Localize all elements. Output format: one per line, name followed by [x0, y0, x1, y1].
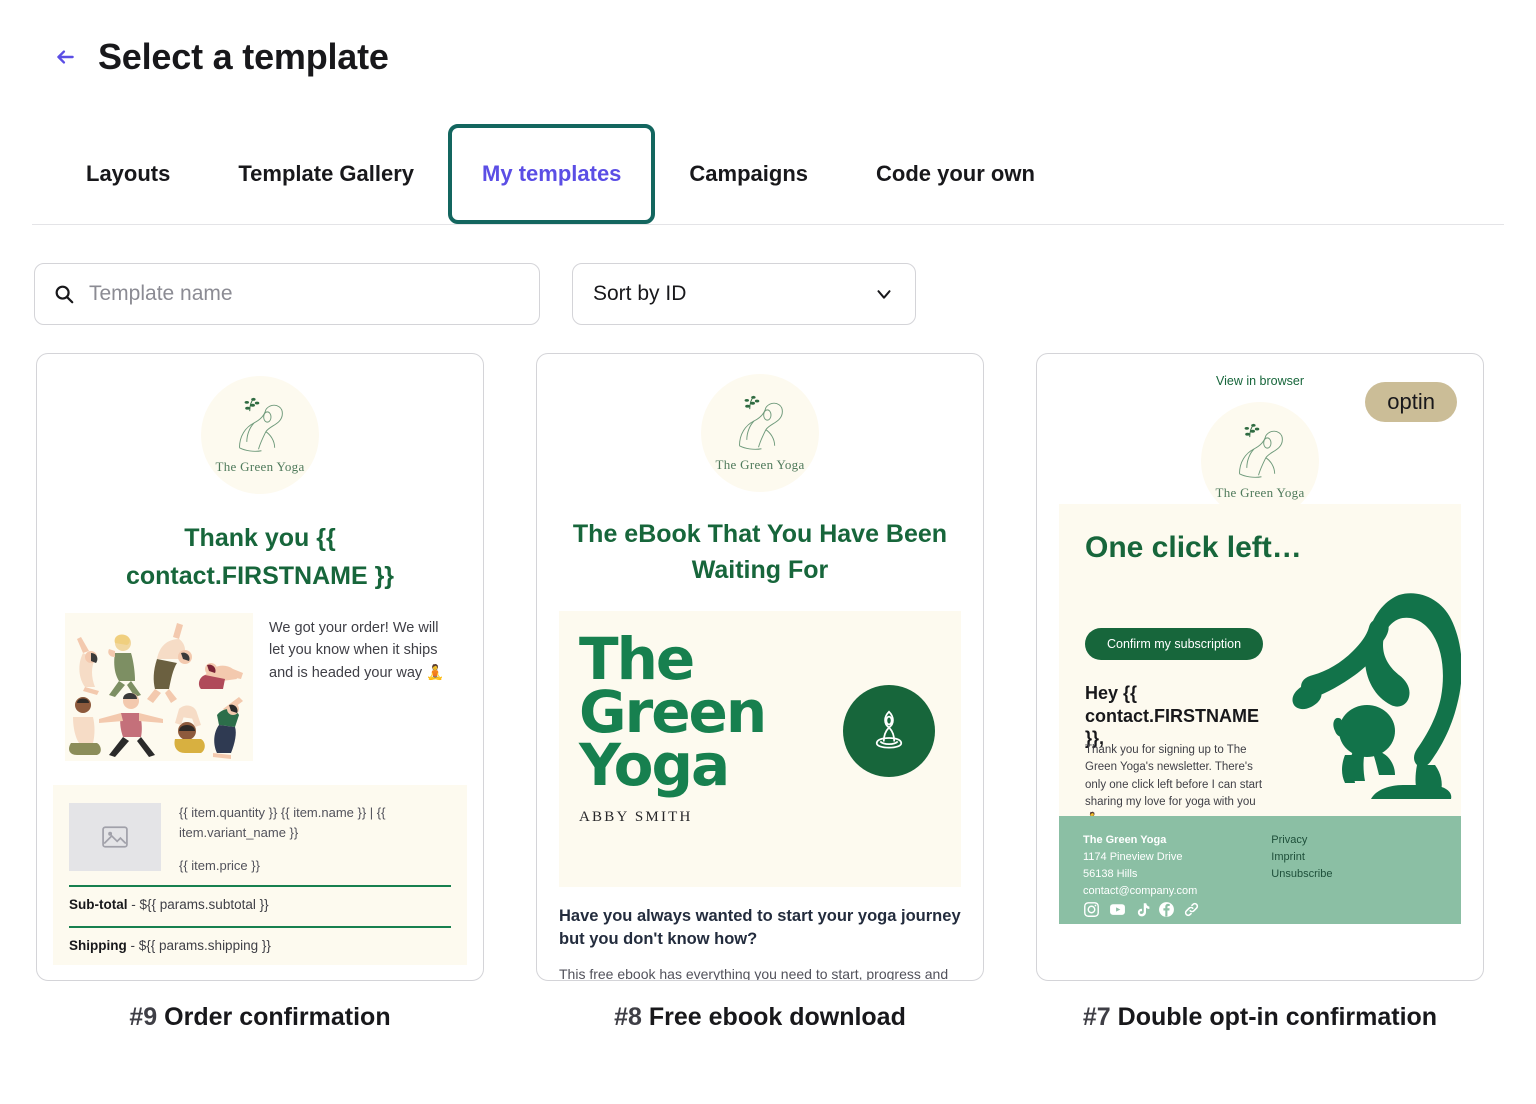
tab-code-your-own[interactable]: Code your own	[842, 124, 1069, 224]
template-caption: #9 Order confirmation	[36, 1003, 484, 1032]
yoga-logo-icon	[1238, 423, 1283, 478]
card3-paragraph: Thank you for signing up to The Green Yo…	[1085, 744, 1263, 816]
tab-campaigns[interactable]: Campaigns	[655, 124, 842, 224]
ebook-cover: The Green Yoga ABBY SMITH	[559, 610, 961, 887]
facebook-icon[interactable]	[1158, 901, 1175, 918]
template-name: Order confirmation	[164, 1003, 391, 1031]
order-line-item: {{ item.quantity }} {{ item.name }} | {{…	[69, 803, 451, 873]
order-shipping-value: - ${{ params.shipping }}	[130, 938, 271, 953]
footer-social-icons	[1083, 901, 1200, 918]
footer-link-imprint[interactable]: Imprint	[1271, 849, 1332, 866]
page-title: Select a template	[98, 36, 389, 77]
order-subtotal-row: Sub-total - ${{ params.subtotal }}	[69, 897, 451, 914]
template-number: #7	[1082, 1003, 1111, 1031]
brand-logo: The Green Yoga	[201, 376, 319, 494]
template-name: Free ebook download	[648, 1003, 906, 1031]
card3-greeting: Hey {{ contact.FIRSTNAME }},	[1085, 683, 1260, 748]
footer-links: Privacy Imprint Unsubscribe	[1271, 832, 1332, 924]
template-card-free-ebook: The Green Yoga The eBook That You Have B…	[536, 353, 984, 1032]
search-input[interactable]	[89, 282, 521, 306]
footer-link-unsubscribe[interactable]: Unsubscribe	[1271, 866, 1332, 883]
search-icon	[53, 283, 75, 305]
brand-logo-text: The Green Yoga	[715, 457, 805, 472]
tabs-section: Layouts Template Gallery My templates Ca…	[0, 124, 1536, 225]
template-card-double-optin: View in browser optin The Green Yoga One…	[1036, 353, 1484, 1032]
divider	[69, 926, 451, 928]
footer-email: contact@company.com	[1083, 885, 1198, 898]
template-preview-9[interactable]: The Green Yoga Thank you {{ contact.FIRS…	[36, 353, 484, 981]
back-button[interactable]	[52, 44, 78, 70]
card2-paragraph: This free ebook has everything you need …	[559, 966, 949, 980]
tiktok-icon[interactable]	[1135, 901, 1150, 918]
sort-select[interactable]: Sort by ID	[572, 263, 916, 325]
card1-heading: Thank you {{ contact.FIRSTNAME }}	[125, 524, 395, 590]
yoga-scorpion-pose-icon	[1291, 579, 1461, 816]
divider	[69, 885, 451, 887]
search-field[interactable]	[34, 263, 540, 325]
optin-hero: One click left… Confirm my subscription …	[1059, 504, 1461, 816]
template-number: #8	[614, 1003, 642, 1031]
footer-link-privacy[interactable]: Privacy	[1271, 832, 1332, 849]
meditating-person-icon	[843, 684, 935, 777]
brand-logo-text: The Green Yoga	[1215, 485, 1305, 500]
link-icon[interactable]	[1183, 901, 1200, 918]
arrow-left-icon	[57, 50, 74, 64]
yoga-logo-icon	[738, 395, 783, 450]
order-subtotal-value: - ${{ params.subtotal }}	[131, 897, 269, 912]
tab-my-templates[interactable]: My templates	[448, 124, 656, 224]
template-preview-7[interactable]: View in browser optin The Green Yoga One…	[1036, 353, 1484, 981]
brand-logo-text: The Green Yoga	[215, 459, 305, 474]
email-footer: The Green Yoga 1174 Pineview Drive 56138…	[1059, 816, 1461, 924]
yoga-logo-icon	[238, 397, 283, 452]
card3-heading: One click left…	[1085, 531, 1302, 564]
order-item-name: {{ item.quantity }} {{ item.name }} | {{…	[179, 805, 386, 840]
chevron-down-icon	[873, 283, 895, 305]
card2-heading: The eBook That You Have Been Waiting For	[572, 520, 948, 585]
card1-body-text: We got your order! We will let you know …	[269, 620, 445, 681]
ebook-author: ABBY SMITH	[579, 808, 693, 825]
template-grid: The Green Yoga Thank you {{ contact.FIRS…	[0, 325, 1536, 1032]
template-caption: #7 Double opt-in confirmation	[1036, 1003, 1484, 1032]
order-subtotal-label: Sub-total	[69, 897, 128, 912]
tabs-divider	[32, 224, 1504, 225]
tab-bar: Layouts Template Gallery My templates Ca…	[0, 124, 1536, 224]
template-caption: #8 Free ebook download	[536, 1003, 984, 1032]
card1-order-summary: {{ item.quantity }} {{ item.name }} | {{…	[53, 785, 467, 965]
sort-select-label: Sort by ID	[593, 282, 687, 305]
template-number: #9	[129, 1003, 158, 1031]
confirm-subscription-button[interactable]: Confirm my subscription	[1085, 628, 1264, 660]
footer-address-line1: 1174 Pineview Drive	[1083, 851, 1183, 864]
tab-layouts[interactable]: Layouts	[52, 124, 204, 224]
order-shipping-row: Shipping - ${{ params.shipping }}	[69, 938, 451, 955]
image-placeholder-icon	[69, 803, 161, 871]
footer-company: The Green Yoga	[1083, 834, 1167, 846]
footer-address-line2: 56138 Hills	[1083, 868, 1138, 881]
template-card-order-confirmation: The Green Yoga Thank you {{ contact.FIRS…	[36, 353, 484, 1032]
template-name: Double opt-in confirmation	[1117, 1003, 1438, 1031]
youtube-icon[interactable]	[1108, 901, 1127, 918]
brand-logo: The Green Yoga	[701, 374, 819, 492]
template-preview-8[interactable]: The Green Yoga The eBook That You Have B…	[536, 353, 984, 981]
instagram-icon[interactable]	[1083, 901, 1100, 918]
filter-bar: Sort by ID	[0, 225, 1536, 325]
brand-logo: The Green Yoga	[1201, 402, 1319, 520]
ebook-title-line3: Yoga	[579, 731, 730, 800]
order-shipping-label: Shipping	[69, 938, 127, 953]
page-header: Select a template	[0, 0, 1536, 78]
card2-subheading: Have you always wanted to start your yog…	[559, 906, 961, 949]
order-item-price: {{ item.price }}	[179, 858, 260, 873]
yoga-people-illustration	[65, 613, 253, 761]
tab-template-gallery[interactable]: Template Gallery	[204, 124, 448, 224]
